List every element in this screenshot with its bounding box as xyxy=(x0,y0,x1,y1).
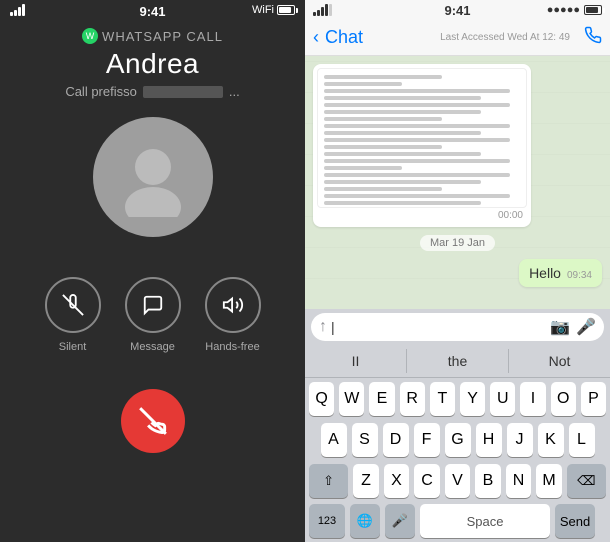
input-row: ↑ 📷 🎤 xyxy=(311,313,604,341)
key-n[interactable]: N xyxy=(506,464,532,498)
key-o[interactable]: O xyxy=(551,382,576,416)
last-accessed: Last Accessed Wed At 12: 49 xyxy=(440,32,570,43)
key-w[interactable]: W xyxy=(339,382,364,416)
key-h[interactable]: H xyxy=(476,423,502,457)
right-battery-icon xyxy=(584,5,602,15)
globe-key[interactable]: 🌐 xyxy=(350,504,380,538)
call-status-bar xyxy=(143,86,223,98)
mic-icon[interactable]: 🎤 xyxy=(576,317,596,337)
call-actions: Silent Message Hands-free xyxy=(45,277,261,353)
key-t[interactable]: T xyxy=(430,382,455,416)
phone-icon[interactable] xyxy=(584,26,602,49)
suggestion-1[interactable]: the xyxy=(407,349,509,373)
key-f[interactable]: F xyxy=(414,423,440,457)
message-label: Message xyxy=(130,341,175,353)
handsfree-label: Hands-free xyxy=(205,341,259,353)
back-button[interactable]: ‹ xyxy=(313,27,319,48)
send-key[interactable]: Send xyxy=(555,504,595,538)
message-text: Hello xyxy=(529,265,561,281)
input-right-icons: 📷 🎤 xyxy=(550,317,596,337)
key-e[interactable]: E xyxy=(369,382,394,416)
key-q[interactable]: Q xyxy=(309,382,334,416)
left-time: 9:41 xyxy=(139,4,165,19)
key-d[interactable]: D xyxy=(383,423,409,457)
delete-key[interactable]: ⌫ xyxy=(567,464,606,498)
key-v[interactable]: V xyxy=(445,464,471,498)
call-status-ellipsis: ... xyxy=(229,84,240,99)
whatsapp-call-label: WHATSAPP CALL xyxy=(102,29,223,44)
right-nav-bar: ‹ Chat Last Accessed Wed At 12: 49 xyxy=(305,20,610,56)
suggestion-0[interactable]: II xyxy=(305,349,407,373)
key-a[interactable]: A xyxy=(321,423,347,457)
key-u[interactable]: U xyxy=(490,382,515,416)
camera-icon[interactable]: 📷 xyxy=(550,317,570,337)
input-area: ↑ 📷 🎤 xyxy=(305,309,610,345)
battery-icon xyxy=(277,5,295,15)
right-signal xyxy=(313,4,332,16)
message-input[interactable] xyxy=(331,319,546,335)
key-r[interactable]: R xyxy=(400,382,425,416)
key-y[interactable]: Y xyxy=(460,382,485,416)
space-key[interactable]: Space xyxy=(420,504,550,538)
handsfree-button[interactable]: Hands-free xyxy=(205,277,261,353)
key-p[interactable]: P xyxy=(581,382,606,416)
silent-label: Silent xyxy=(59,341,87,353)
right-panel: 9:41 ●●●●● ‹ Chat Last Accessed Wed At 1… xyxy=(305,0,610,542)
key-c[interactable]: C xyxy=(414,464,440,498)
shift-key[interactable]: ⇧ xyxy=(309,464,348,498)
caller-name: Andrea xyxy=(106,48,199,80)
key-z[interactable]: Z xyxy=(353,464,379,498)
keyboard-row-1: Q W E R T Y U I O P xyxy=(305,378,610,419)
mic-key[interactable]: 🎤 xyxy=(385,504,415,538)
message-time: 09:34 xyxy=(567,270,592,281)
key-g[interactable]: G xyxy=(445,423,471,457)
left-panel: 9:41 WiFi W WHATSAPP CALL Andrea Call pr… xyxy=(0,0,305,542)
document-preview xyxy=(317,68,527,208)
keyboard-row-4: 123 🌐 🎤 Space Send xyxy=(305,501,610,542)
doc-timestamp: 00:00 xyxy=(317,208,527,223)
key-x[interactable]: X xyxy=(384,464,410,498)
keyboard-area: II the Not Q W E R T Y U I O P A S D F G… xyxy=(305,345,610,542)
chat-title: Chat xyxy=(325,27,363,48)
silent-button[interactable]: Silent xyxy=(45,277,101,353)
decline-button[interactable] xyxy=(121,389,185,453)
left-status-bar: 9:41 WiFi xyxy=(0,0,305,20)
keyboard-suggestions: II the Not xyxy=(305,345,610,378)
whatsapp-icon: W xyxy=(82,28,98,44)
key-j[interactable]: J xyxy=(507,423,533,457)
numbers-key[interactable]: 123 xyxy=(309,504,345,538)
key-l[interactable]: L xyxy=(569,423,595,457)
call-status-text: Call prefisso xyxy=(65,84,137,99)
message-button[interactable]: Message xyxy=(125,277,181,353)
key-b[interactable]: B xyxy=(475,464,501,498)
wifi-icon: WiFi xyxy=(252,4,274,16)
date-separator: Mar 19 Jan xyxy=(420,235,495,251)
call-status: Call prefisso ... xyxy=(65,84,239,99)
key-s[interactable]: S xyxy=(352,423,378,457)
right-wifi-icon: ●●●●● xyxy=(547,4,580,16)
right-status-bar: 9:41 ●●●●● xyxy=(305,0,610,20)
keyboard-row-3: ⇧ Z X C V B N M ⌫ xyxy=(305,460,610,501)
message-bubble: Hello 09:34 xyxy=(519,259,602,287)
upload-button[interactable]: ↑ xyxy=(319,318,327,336)
avatar xyxy=(93,117,213,237)
document-bubble: 00:00 xyxy=(313,64,531,227)
suggestion-2[interactable]: Not xyxy=(509,349,610,373)
key-k[interactable]: K xyxy=(538,423,564,457)
avatar-icon xyxy=(113,137,193,217)
left-signal xyxy=(10,4,25,16)
keyboard-row-2: A S D F G H J K L xyxy=(305,419,610,460)
left-status-icons: WiFi xyxy=(252,4,295,16)
whatsapp-header: W WHATSAPP CALL xyxy=(82,28,223,44)
right-time: 9:41 xyxy=(444,3,470,18)
chat-messages: 00:00 Mar 19 Jan Hello 09:34 xyxy=(305,56,610,309)
key-m[interactable]: M xyxy=(536,464,562,498)
key-i[interactable]: I xyxy=(520,382,545,416)
